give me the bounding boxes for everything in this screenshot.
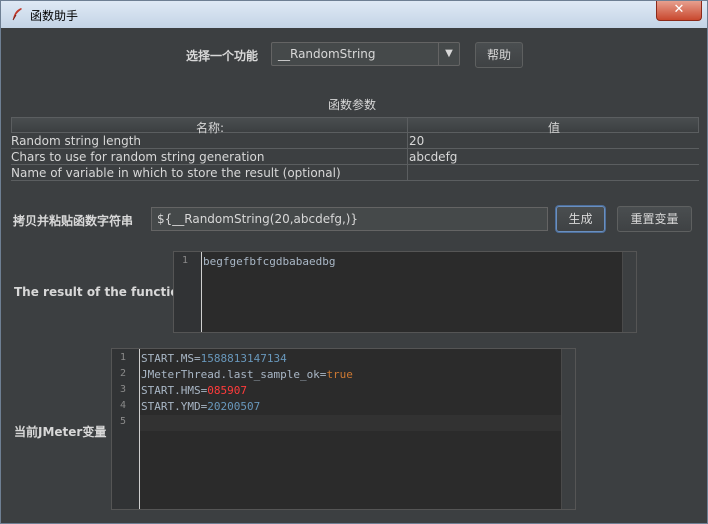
var-key: START.MS=	[141, 352, 201, 365]
line-number: 1	[119, 352, 127, 363]
var-value: 085907	[207, 384, 247, 397]
content-panel: 选择一个功能 __RandomString ▼ 帮助 函数参数 名称: 值 Ra…	[8, 28, 700, 517]
var-line: START.MS=1588813147134	[141, 352, 287, 365]
copy-function-label: 拷贝并粘贴函数字符串	[13, 214, 134, 228]
line-number: 3	[119, 384, 127, 395]
function-select-label: 选择一个功能	[186, 49, 259, 63]
param-name: Chars to use for random string generatio…	[11, 150, 265, 164]
var-value: true	[326, 368, 353, 381]
var-key: START.YMD=	[141, 400, 208, 413]
jmeter-vars-editor[interactable]: 1 2 3 4 5 START.MS=1588813147134 JMeterT…	[111, 348, 576, 510]
line-number: 4	[119, 400, 127, 411]
line-number: 2	[119, 368, 127, 379]
params-table-header: 名称: 值	[11, 117, 699, 135]
params-title: 函数参数	[328, 98, 377, 112]
function-string-value: ${__RandomString(20,abcdefg,)}	[157, 212, 359, 226]
line-number: 1	[181, 255, 189, 266]
function-helper-window: 函数助手 ✕ 选择一个功能 __RandomString ▼ 帮助 函数参数 名…	[0, 0, 708, 524]
param-name: Random string length	[11, 134, 142, 148]
feather-icon	[10, 7, 24, 21]
param-value[interactable]: abcdefg	[409, 150, 457, 164]
help-button[interactable]: 帮助	[475, 42, 523, 68]
vertical-scrollbar[interactable]	[561, 349, 575, 509]
column-divider	[407, 117, 408, 181]
function-select-value: __RandomString	[278, 47, 376, 61]
line-number-gutter: 1	[174, 252, 202, 332]
var-line: START.YMD=20200507	[141, 400, 260, 413]
window-title: 函数助手	[30, 9, 79, 23]
line-number-gutter: 1 2 3 4 5	[112, 349, 140, 509]
title-bar[interactable]: 函数助手 ✕	[1, 1, 707, 28]
table-row[interactable]: Chars to use for random string generatio…	[11, 149, 699, 165]
var-key: JMeterThread.last_sample_ok=	[141, 368, 327, 381]
reset-variables-button[interactable]: 重置变量	[617, 206, 692, 232]
var-value: 1588813147134	[200, 352, 287, 365]
function-select[interactable]: __RandomString ▼	[271, 42, 460, 66]
var-key: START.HMS=	[141, 384, 208, 397]
result-editor[interactable]: 1 begfgefbfcgdbabaedbg	[173, 251, 637, 333]
table-row[interactable]: Name of variable in which to store the r…	[11, 165, 699, 181]
var-value: 20200507	[207, 400, 261, 413]
table-row[interactable]: Random string length 20	[11, 133, 699, 149]
jmeter-vars-label: 当前JMeter变量	[14, 425, 107, 439]
param-value[interactable]: 20	[409, 134, 424, 148]
generate-button[interactable]: 生成	[556, 206, 605, 232]
vertical-scrollbar[interactable]	[622, 252, 636, 332]
chevron-down-icon[interactable]: ▼	[438, 43, 459, 65]
function-string-field[interactable]: ${__RandomString(20,abcdefg,)}	[151, 207, 548, 231]
param-name: Name of variable in which to store the r…	[11, 166, 341, 180]
result-text: begfgefbfcgdbabaedbg	[203, 255, 336, 268]
line-number: 5	[119, 416, 127, 427]
var-line: JMeterThread.last_sample_ok=true	[141, 368, 353, 381]
close-button[interactable]: ✕	[656, 1, 702, 21]
current-line-highlight	[139, 415, 561, 431]
var-line: START.HMS=085907	[141, 384, 247, 397]
